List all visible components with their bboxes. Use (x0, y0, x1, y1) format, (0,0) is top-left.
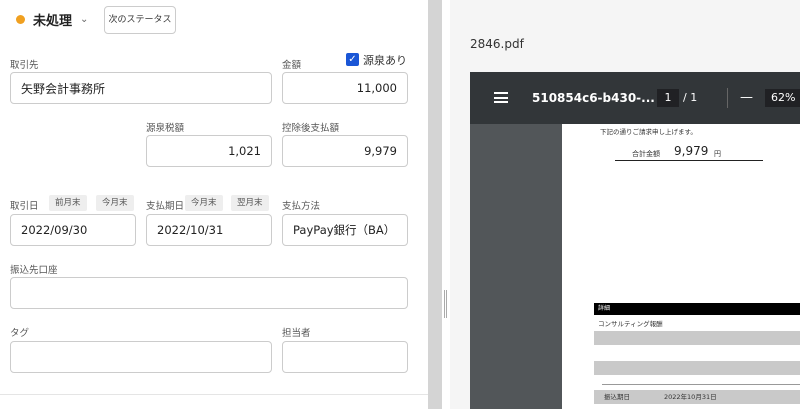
transaction-date-field[interactable]: 2022/09/30 (10, 214, 136, 246)
due-date-this-month-button[interactable]: 今月末 (185, 195, 223, 211)
pdf-redacted-row (594, 361, 800, 375)
client-field[interactable]: 矢野会計事務所 (10, 72, 272, 104)
page-number-input[interactable]: 1 (657, 89, 679, 107)
tags-field[interactable] (10, 341, 272, 373)
withholding-tax-label: 源泉税額 (146, 123, 185, 134)
amount-field[interactable]: 11,000 (282, 72, 408, 104)
toolbar-divider (727, 88, 728, 108)
zoom-level-input[interactable]: 62% (765, 89, 800, 107)
amount-label: 金額 (282, 60, 302, 71)
bank-account-label: 振込先口座 (10, 265, 58, 276)
pdf-total-underline (615, 160, 763, 161)
due-date-field[interactable]: 2022/10/31 (146, 214, 272, 246)
net-payment-field[interactable]: 9,979 (282, 135, 408, 167)
net-payment-label: 控除後支払額 (282, 123, 340, 134)
due-date-label: 支払期日 (146, 201, 185, 212)
pdf-due-label: 振込期日 (604, 393, 630, 401)
chevron-down-icon: ⌄ (80, 14, 89, 25)
transaction-date-last-month-button[interactable]: 前月末 (49, 195, 87, 211)
file-name: 2846.pdf (470, 37, 524, 51)
status-dropdown[interactable]: 未処理 ⌄ (16, 10, 88, 29)
splitter-grip-icon[interactable] (444, 290, 447, 318)
transaction-date-label: 取引日 (10, 201, 39, 212)
withholding-checkbox-label: 源泉あり (363, 54, 407, 67)
pdf-total-label: 合計金額 (632, 150, 660, 158)
menu-icon[interactable] (494, 92, 508, 103)
status-label: 未処理 (33, 14, 73, 29)
assignee-label: 担当者 (282, 328, 311, 339)
transaction-date-this-month-button[interactable]: 今月末 (96, 195, 134, 211)
total-pages: / 1 (683, 91, 698, 104)
payment-method-select[interactable]: PayPay銀行（BA） (282, 214, 408, 246)
pdf-total-value: 9,979 (674, 144, 709, 158)
tags-label: タグ (10, 328, 30, 339)
pdf-detail-header: 詳細 (594, 303, 800, 315)
pdf-doc-title: 510854c6-b430-... (532, 91, 655, 105)
next-status-button[interactable]: 次のステータス (104, 6, 176, 34)
withholding-checkbox[interactable]: ✓ (346, 53, 359, 66)
withholding-tax-field[interactable]: 1,021 (146, 135, 272, 167)
pdf-due-value: 2022年10月31日 (664, 393, 717, 401)
invoice-form-panel: 未処理 ⌄ 次のステータス 取引先 矢野会計事務所 金額 ✓ 源泉あり 11,0… (0, 0, 428, 409)
pdf-page: 下記の通りご請求申し上げます。 合計金額 9,979 円 詳細 コンサルティング… (562, 124, 800, 409)
panel-splitter[interactable] (428, 0, 442, 409)
due-date-next-month-button[interactable]: 翌月末 (231, 195, 269, 211)
pdf-toolbar: 510854c6-b430-... 1 / 1 — 62% (470, 72, 800, 124)
status-dot-icon (16, 15, 25, 24)
payment-method-label: 支払方法 (282, 201, 321, 212)
pdf-intro-text: 下記の通りご請求申し上げます。 (600, 128, 697, 136)
pdf-total-unit: 円 (714, 150, 721, 158)
form-divider (0, 394, 428, 395)
pdf-rule (602, 384, 800, 385)
zoom-out-icon[interactable]: — (740, 90, 753, 105)
pdf-viewer: 510854c6-b430-... 1 / 1 — 62% 下記の通りご請求申し… (470, 72, 800, 409)
assignee-field[interactable] (282, 341, 408, 373)
pdf-redacted-row (594, 331, 800, 345)
bank-account-field[interactable] (10, 277, 408, 309)
client-label: 取引先 (10, 60, 39, 71)
pdf-item-name: コンサルティング報酬 (598, 320, 663, 328)
